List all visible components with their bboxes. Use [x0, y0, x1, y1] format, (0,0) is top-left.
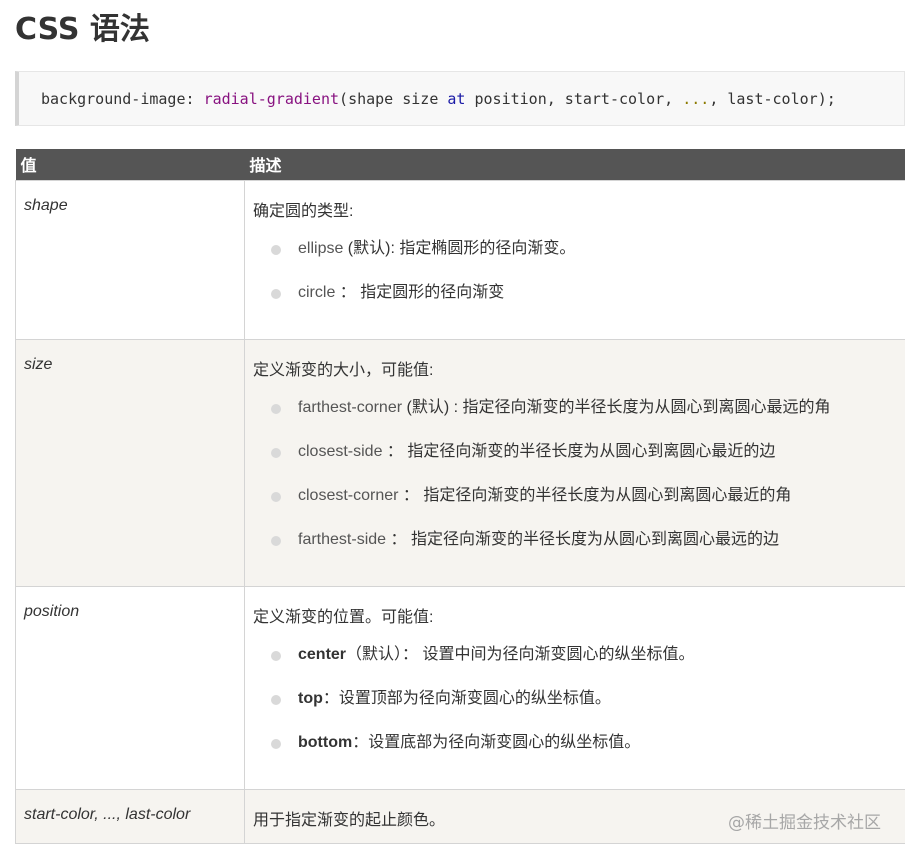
description-text: 定义渐变的位置。可能值:: [253, 608, 434, 626]
list-item: ellipse (默认): 指定椭圆形的径向渐变。: [270, 239, 905, 283]
option-text: ： 指定径向渐变的半径长度为从圆心到离圆心最近的边: [382, 442, 776, 460]
option-name: center: [298, 645, 347, 663]
code-separator: ,: [709, 90, 728, 108]
description-text: 定义渐变的大小，可能值:: [253, 361, 434, 379]
code-shape: shape: [348, 90, 394, 108]
value-description: 确定圆的类型: ellipse (默认): 指定椭圆形的径向渐变。 circle…: [244, 179, 905, 340]
option-name: farthest-corner: [298, 398, 403, 416]
value-name: shape: [15, 179, 245, 340]
option-name: farthest-side: [298, 530, 387, 548]
option-name: ellipse: [298, 239, 344, 257]
value-name: start-color, ..., last-color: [15, 788, 245, 844]
header-value: 值: [15, 149, 245, 180]
page-title: CSS 语法: [15, 12, 150, 47]
code-at-keyword: at: [447, 90, 466, 108]
list-item: closest-corner ： 指定径向渐变的半径长度为从圆心到离圆心最近的角: [270, 486, 905, 530]
value-name: position: [15, 585, 245, 790]
table-header-row: 值 描述: [15, 149, 905, 180]
option-name: bottom: [298, 733, 353, 751]
code-function: radial-gradient: [203, 90, 340, 108]
options-list: farthest-corner (默认) : 指定径向渐变的半径长度为从圆心到离…: [253, 398, 905, 574]
code-paren-close: );: [817, 90, 836, 108]
option-text: ：设置底部为径向渐变圆心的纵坐标值。: [352, 733, 641, 751]
value-name: size: [15, 338, 245, 587]
table-row: shape 确定圆的类型: ellipse (默认): 指定椭圆形的径向渐变。 …: [15, 179, 905, 340]
option-text: (默认): 指定椭圆形的径向渐变。: [343, 239, 576, 257]
list-item: top：设置顶部为径向渐变圆心的纵坐标值。: [270, 689, 905, 733]
list-item: bottom：设置底部为径向渐变圆心的纵坐标值。: [270, 733, 905, 777]
code-size: size: [393, 90, 448, 108]
option-name: circle: [298, 283, 336, 301]
table-row: position 定义渐变的位置。可能值: center（默认）： 设置中间为径…: [15, 585, 905, 790]
option-text: （默认）： 设置中间为径向渐变圆心的纵坐标值。: [346, 645, 695, 663]
code-position: position, start-color,: [465, 90, 683, 108]
options-list: ellipse (默认): 指定椭圆形的径向渐变。 circle ： 指定圆形的…: [253, 239, 905, 327]
options-list: center（默认）： 设置中间为径向渐变圆心的纵坐标值。 top：设置顶部为径…: [253, 645, 905, 777]
code-last-color: last-color: [727, 90, 818, 108]
option-text: ： 指定圆形的径向渐变: [335, 283, 505, 301]
table-row: size 定义渐变的大小，可能值: farthest-corner (默认) :…: [15, 338, 905, 587]
option-text: ： 指定径向渐变的半径长度为从圆心到离圆心最近的角: [398, 486, 792, 504]
watermark: @稀土掘金技术社区: [728, 813, 881, 833]
description-text: 确定圆的类型:: [253, 202, 354, 220]
option-text: (默认) : 指定径向渐变的半径长度为从圆心到离圆心最远的角: [402, 398, 831, 416]
value-description: 定义渐变的大小，可能值: farthest-corner (默认) : 指定径向…: [244, 338, 905, 587]
code-block: background-image: radial-gradient(shape …: [15, 71, 905, 126]
option-name: closest-corner: [298, 486, 399, 504]
list-item: farthest-corner (默认) : 指定径向渐变的半径长度为从圆心到离…: [270, 398, 905, 442]
list-item: center（默认）： 设置中间为径向渐变圆心的纵坐标值。: [270, 645, 905, 689]
value-description: 定义渐变的位置。可能值: center（默认）： 设置中间为径向渐变圆心的纵坐标…: [244, 585, 905, 790]
option-text: ： 指定径向渐变的半径长度为从圆心到离圆心最远的边: [386, 530, 779, 548]
option-name: closest-side: [298, 442, 383, 460]
list-item: farthest-side ： 指定径向渐变的半径长度为从圆心到离圆心最远的边: [270, 530, 905, 574]
list-item: closest-side ： 指定径向渐变的半径长度为从圆心到离圆心最近的边: [270, 442, 905, 486]
header-description: 描述: [244, 149, 905, 180]
code-property: background-image:: [41, 90, 204, 108]
list-item: circle ： 指定圆形的径向渐变: [270, 283, 905, 327]
values-table: 值 描述 shape 确定圆的类型: ellipse (默认): 指定椭圆形的径…: [15, 149, 905, 844]
code-ellipsis: ...: [682, 90, 710, 108]
code-paren-open: (: [339, 90, 349, 108]
option-name: top: [298, 689, 323, 707]
option-text: ：设置顶部为径向渐变圆心的纵坐标值。: [322, 689, 611, 707]
